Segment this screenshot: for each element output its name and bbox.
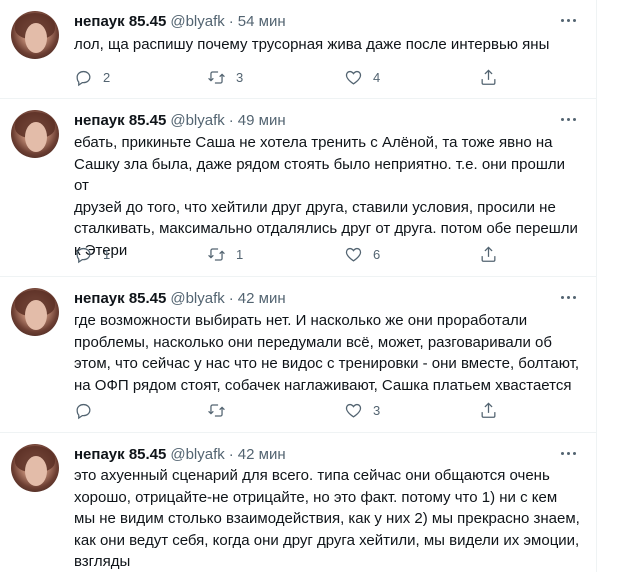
retweet-icon bbox=[208, 247, 225, 261]
retweet-button[interactable]: 3 bbox=[207, 67, 243, 87]
timestamp[interactable]: 54 мин bbox=[238, 13, 286, 30]
reply-icon bbox=[76, 70, 91, 86]
avatar[interactable] bbox=[11, 288, 59, 336]
avatar[interactable] bbox=[11, 444, 59, 492]
tweet-text: где возможности выбирать нет. И наскольк… bbox=[74, 312, 579, 394]
heart-icon bbox=[345, 403, 362, 418]
more-icon[interactable] bbox=[558, 289, 578, 305]
timeline-feed: непаук 85.45 @blyafk · 54 мин лол, ща ра… bbox=[0, 0, 596, 572]
like-button[interactable]: 6 bbox=[344, 244, 380, 264]
tweet[interactable]: непаук 85.45 @blyafk · 42 мин это ахуенн… bbox=[0, 433, 596, 572]
like-button[interactable]: 3 bbox=[344, 400, 380, 420]
tweet-header: непаук 85.45 @blyafk · 49 мин bbox=[74, 110, 286, 130]
tweet[interactable]: непаук 85.45 @blyafk · 54 мин лол, ща ра… bbox=[0, 0, 596, 99]
retweet-count: 3 bbox=[236, 69, 244, 85]
author-name[interactable]: непаук 85.45 bbox=[74, 112, 166, 129]
author-handle[interactable]: @blyafk bbox=[170, 290, 224, 307]
share-button[interactable] bbox=[479, 400, 498, 420]
tweet-header: непаук 85.45 @blyafk · 42 мин bbox=[74, 444, 286, 464]
share-button[interactable] bbox=[479, 244, 498, 264]
reply-count: 2 bbox=[103, 69, 111, 85]
timestamp[interactable]: 42 мин bbox=[238, 446, 286, 463]
separator: · bbox=[228, 289, 234, 307]
tweet-actions: 3 bbox=[74, 400, 504, 420]
author-handle[interactable]: @blyafk bbox=[170, 446, 224, 463]
author-handle[interactable]: @blyafk bbox=[170, 13, 224, 30]
tweet-text: лол, ща распишу почему трусорная жива да… bbox=[74, 36, 550, 53]
share-button[interactable] bbox=[479, 67, 498, 87]
heart-icon bbox=[345, 247, 362, 262]
reply-count: 1 bbox=[103, 246, 111, 262]
share-icon bbox=[481, 68, 496, 85]
retweet-count: 1 bbox=[236, 246, 244, 262]
more-icon[interactable] bbox=[558, 111, 578, 127]
author-handle[interactable]: @blyafk bbox=[170, 112, 224, 129]
separator: · bbox=[228, 445, 234, 463]
tweet-actions: 1 1 6 bbox=[74, 244, 504, 264]
like-button[interactable]: 4 bbox=[344, 67, 380, 87]
retweet-button[interactable]: 1 bbox=[207, 244, 243, 264]
like-count: 4 bbox=[373, 69, 381, 85]
timestamp[interactable]: 42 мин bbox=[238, 290, 286, 307]
avatar[interactable] bbox=[11, 11, 59, 59]
separator: · bbox=[228, 111, 234, 129]
tweet[interactable]: непаук 85.45 @blyafk · 49 мин ебать, при… bbox=[0, 99, 596, 277]
reply-button[interactable]: 1 bbox=[74, 244, 110, 264]
reply-icon bbox=[76, 247, 91, 263]
heart-icon bbox=[345, 70, 362, 85]
author-name[interactable]: непаук 85.45 bbox=[74, 13, 166, 30]
more-icon[interactable] bbox=[558, 12, 578, 28]
column-divider bbox=[596, 0, 597, 572]
like-count: 6 bbox=[373, 246, 381, 262]
tweet-header: непаук 85.45 @blyafk · 54 мин bbox=[74, 11, 286, 31]
tweet[interactable]: непаук 85.45 @blyafk · 42 мин где возмож… bbox=[0, 277, 596, 433]
avatar[interactable] bbox=[11, 110, 59, 158]
retweet-icon bbox=[208, 70, 225, 84]
share-icon bbox=[481, 401, 496, 418]
separator: · bbox=[228, 12, 234, 30]
more-icon[interactable] bbox=[558, 445, 578, 461]
author-name[interactable]: непаук 85.45 bbox=[74, 446, 166, 463]
tweet-text: это ахуенный сценарий для всего. типа се… bbox=[74, 467, 580, 570]
author-name[interactable]: непаук 85.45 bbox=[74, 290, 166, 307]
reply-icon bbox=[76, 403, 91, 419]
retweet-button[interactable] bbox=[207, 400, 236, 420]
tweet-text: ебать, прикиньте Саша не хотела тренить … bbox=[74, 134, 578, 259]
tweet-actions: 2 3 4 bbox=[74, 67, 504, 87]
timestamp[interactable]: 49 мин bbox=[238, 112, 286, 129]
share-icon bbox=[481, 245, 496, 262]
like-count: 3 bbox=[373, 402, 381, 418]
reply-button[interactable]: 2 bbox=[74, 67, 110, 87]
tweet-header: непаук 85.45 @blyafk · 42 мин bbox=[74, 288, 286, 308]
retweet-icon bbox=[208, 403, 225, 417]
reply-button[interactable] bbox=[74, 400, 103, 420]
